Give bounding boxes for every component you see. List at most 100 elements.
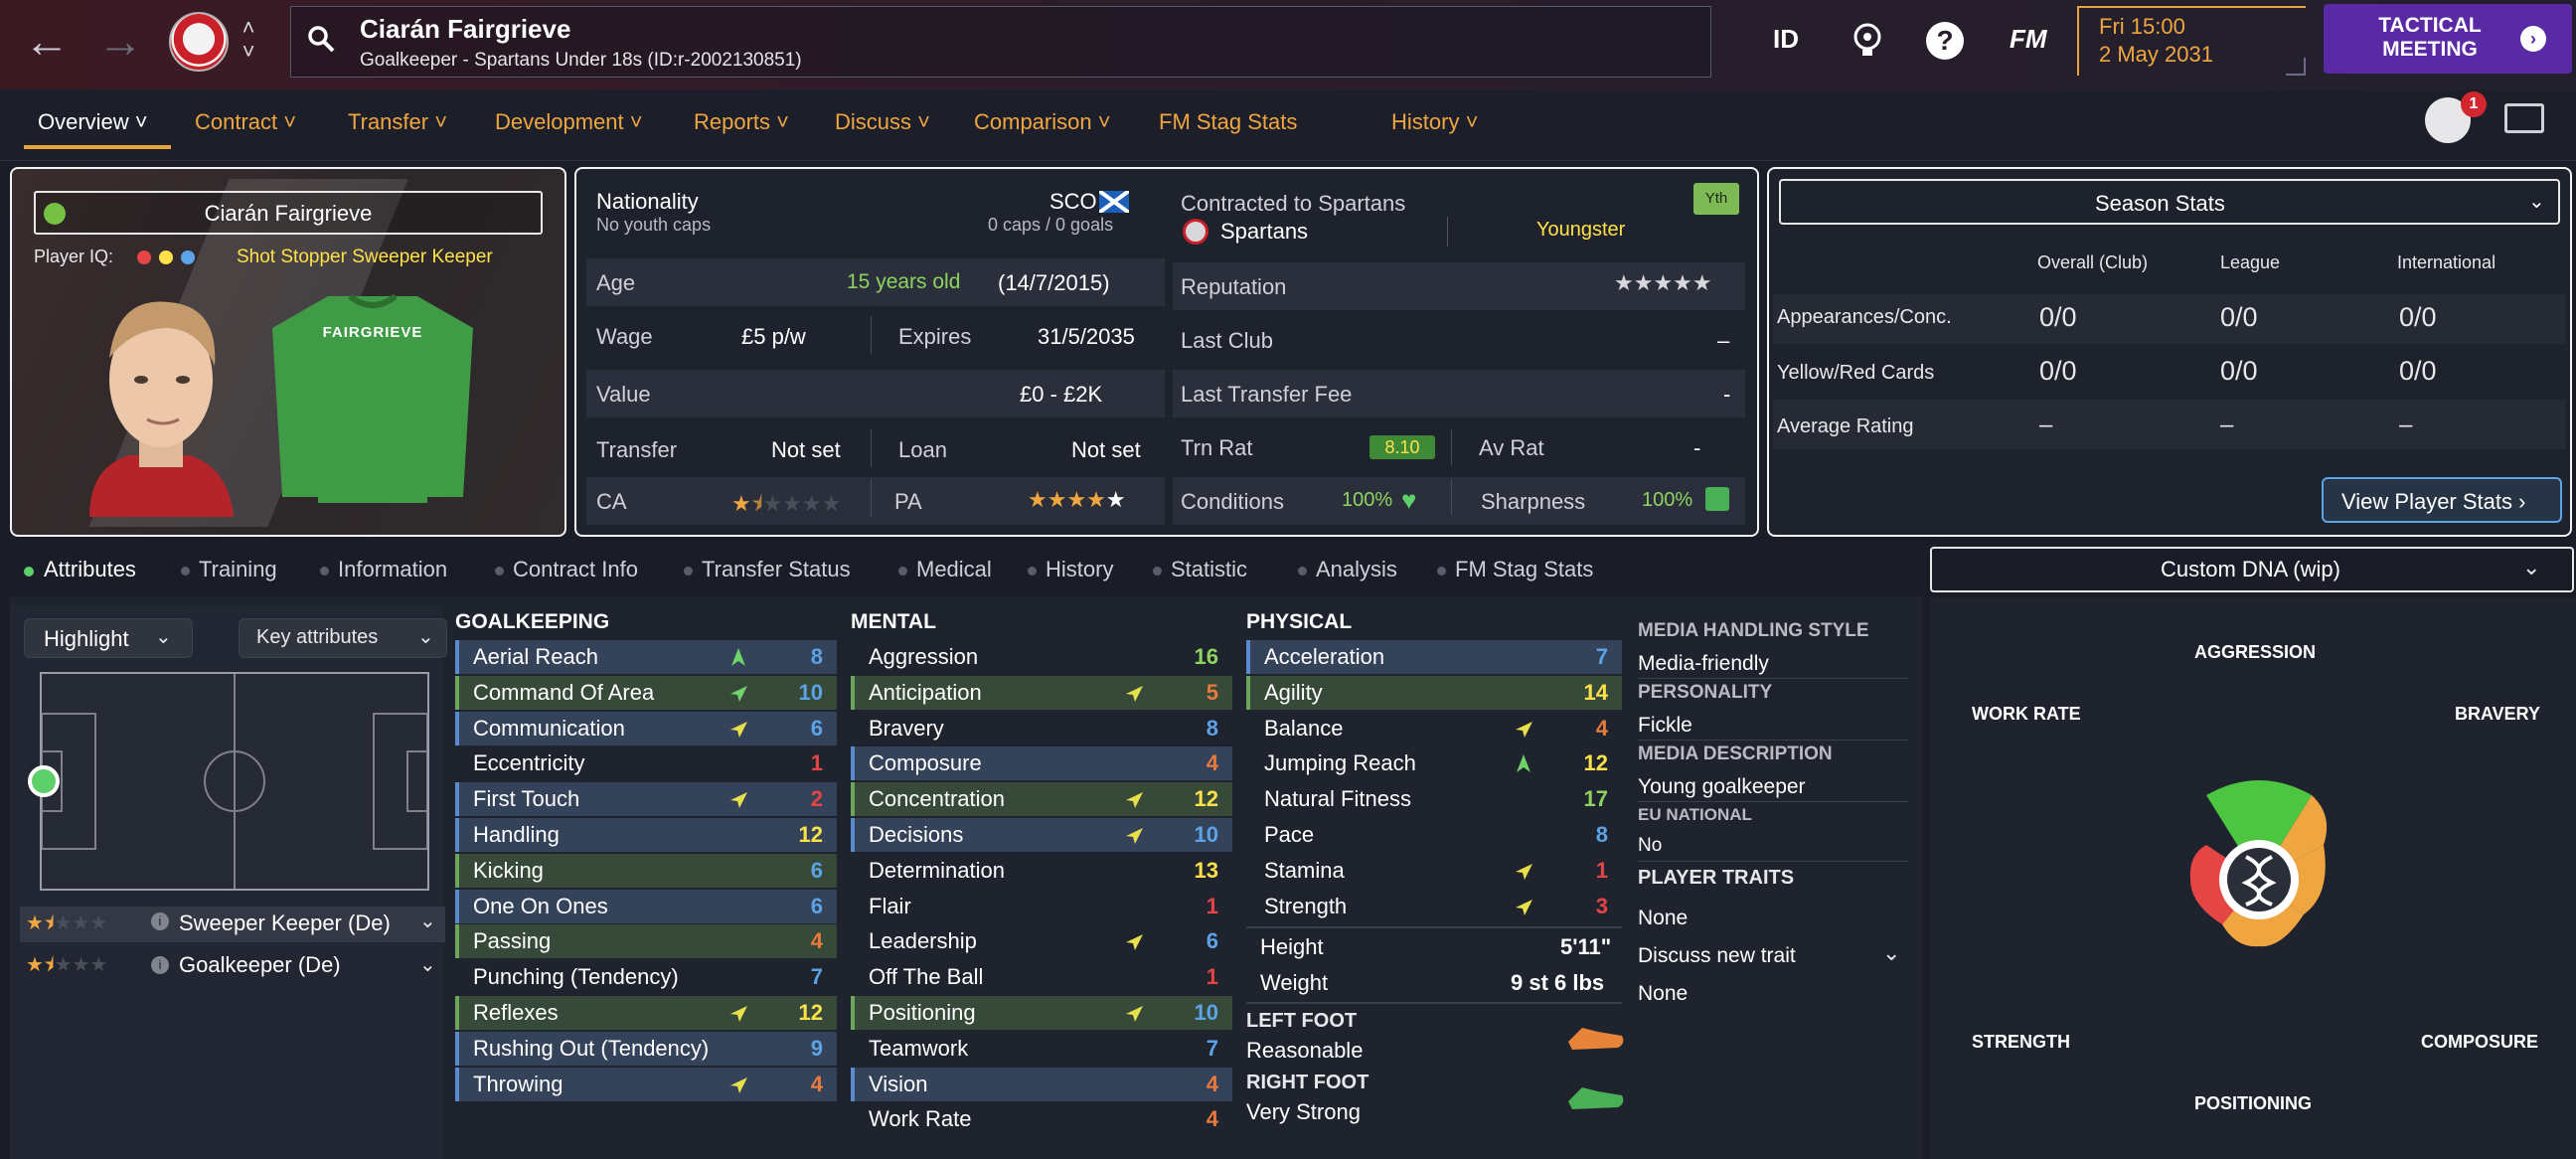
attribute-row[interactable]: Rushing Out (Tendency) 9 [455, 1031, 837, 1066]
attribute-row[interactable]: Throwing 4 [455, 1067, 837, 1101]
page-subtitle: Goalkeeper - Spartans Under 18s (ID:r-20… [360, 50, 802, 71]
chevron-down-icon[interactable]: ⌄ [417, 624, 434, 649]
attribute-row[interactable]: Balance 4 [1246, 712, 1622, 745]
attribute-row[interactable]: Handling 12 [455, 818, 837, 852]
monitor-icon[interactable] [2504, 103, 2544, 133]
tab-transfer[interactable]: Transfer ˅ [348, 109, 447, 135]
attribute-row[interactable]: Stamina 1 [1246, 854, 1622, 888]
back-arrow-icon[interactable]: ← [24, 14, 70, 68]
attribute-row[interactable]: Vision 4 [851, 1067, 1232, 1101]
chevron-down-icon[interactable]: ⌄ [2522, 555, 2540, 580]
club-crest-icon[interactable] [169, 12, 229, 72]
attribute-row[interactable]: Leadership 6 [851, 924, 1232, 958]
attribute-row[interactable]: Off The Ball 1 [851, 960, 1232, 994]
help-icon[interactable]: ? [1926, 22, 1964, 60]
current-date[interactable]: 2 May 2031 [2099, 42, 2213, 68]
subtab-transfer-status[interactable]: Transfer Status [702, 557, 851, 582]
info-icon[interactable]: i [151, 912, 169, 930]
discuss-trait-button[interactable]: Discuss new trait [1638, 944, 1796, 968]
attribute-row[interactable]: Concentration 12 [851, 782, 1232, 817]
subtab-fm-stag-stats[interactable]: FM Stag Stats [1455, 557, 1593, 582]
subtab-training[interactable]: Training [199, 557, 277, 582]
attribute-row[interactable]: Flair 1 [851, 890, 1232, 923]
subtab-information[interactable]: Information [338, 557, 447, 582]
club-switch-chevrons-icon[interactable]: ˄ ˅ [239, 16, 258, 64]
dna-composure-label: COMPOSURE [2421, 1032, 2539, 1052]
attribute-row[interactable]: Passing 4 [455, 924, 837, 959]
attribute-row[interactable]: Acceleration 7 [1246, 640, 1622, 674]
attribute-row[interactable]: Determination 13 [851, 854, 1232, 888]
divider [1638, 740, 1908, 741]
attribute-row[interactable]: Teamwork 7 [851, 1032, 1232, 1066]
chevron-down-icon[interactable]: ⌄ [419, 952, 436, 977]
tab-reports[interactable]: Reports ˅ [694, 109, 789, 135]
role-name[interactable]: Goalkeeper (De) [179, 952, 341, 978]
subtab-analysis[interactable]: Analysis [1316, 557, 1397, 582]
chevron-down-icon[interactable]: ⌄ [2528, 189, 2545, 214]
attribute-row[interactable]: One On Ones 6 [455, 889, 837, 923]
view-player-stats-label[interactable]: View Player Stats › [2341, 489, 2525, 515]
height-value: 5'11" [1560, 934, 1612, 959]
custom-dna-title[interactable]: Custom DNA (wip) [2161, 557, 2340, 582]
continue-arrow-icon[interactable]: › [2520, 26, 2546, 52]
id-button[interactable]: ID [1773, 24, 1799, 55]
tab-development[interactable]: Development ˅ [495, 109, 643, 135]
attribute-row[interactable]: First Touch 2 [455, 782, 837, 817]
attribute-row[interactable]: Reflexes 12 [455, 996, 837, 1030]
attribute-row[interactable]: Decisions 10 [851, 818, 1232, 852]
player-position-marker[interactable] [28, 765, 60, 797]
attribute-row[interactable]: Command Of Area 10 [455, 675, 837, 710]
attribute-row[interactable]: Work Rate 4 [851, 1102, 1232, 1136]
highlight-label[interactable]: Highlight [44, 626, 129, 652]
fm-logo-button[interactable]: FM [2010, 24, 2047, 55]
ball-icon[interactable] [1851, 22, 1884, 58]
chevron-down-icon[interactable]: ⌄ [155, 624, 172, 649]
attribute-row[interactable]: Composure 4 [851, 746, 1232, 781]
tactical-meeting-label[interactable]: TACTICAL MEETING [2345, 14, 2514, 62]
subtab-attributes[interactable]: Attributes [44, 557, 136, 582]
chevron-down-icon[interactable]: ⌄ [1882, 940, 1900, 966]
attribute-value: 4 [1206, 1071, 1218, 1096]
chevron-down-icon[interactable]: ⌄ [419, 909, 436, 933]
attribute-row[interactable]: Jumping Reach 12 [1246, 746, 1622, 780]
tab-comparison[interactable]: Comparison ˅ [974, 109, 1111, 135]
subtab-medical[interactable]: Medical [916, 557, 992, 582]
key-attributes-label[interactable]: Key attributes [256, 626, 378, 649]
attribute-name: Leadership [869, 928, 977, 954]
loan-value[interactable]: Not set [1071, 437, 1141, 463]
attribute-row[interactable]: Communication 6 [455, 711, 837, 745]
attribute-row[interactable]: Positioning 10 [851, 996, 1232, 1030]
attribute-row[interactable]: Punching (Tendency) 7 [455, 960, 837, 994]
subtab-history[interactable]: History [1046, 557, 1113, 582]
role-name[interactable]: Sweeper Keeper (De) [179, 911, 391, 936]
attribute-name: Balance [1264, 715, 1344, 741]
info-icon[interactable]: i [151, 956, 169, 974]
tab-overview[interactable]: Overview ˅ [38, 109, 148, 135]
tab-discuss[interactable]: Discuss ˅ [835, 109, 930, 135]
season-stats-title[interactable]: Season Stats [2095, 191, 2225, 217]
tab-history[interactable]: History ˅ [1391, 109, 1478, 135]
tab-contract[interactable]: Contract ˅ [195, 109, 296, 135]
search-icon[interactable] [306, 24, 336, 54]
club-name[interactable]: Spartans [1220, 219, 1308, 245]
tab-fm-stag-stats[interactable]: FM Stag Stats [1159, 109, 1297, 135]
attribute-row[interactable]: Kicking 6 [455, 853, 837, 888]
attribute-row[interactable]: Eccentricity 1 [455, 746, 837, 780]
physical-heading: PHYSICAL [1246, 610, 1353, 633]
attribute-row[interactable]: Natural Fitness 17 [1246, 782, 1622, 816]
subtab-statistic[interactable]: Statistic [1171, 557, 1247, 582]
current-time[interactable]: Fri 15:00 [2099, 14, 2185, 40]
forward-arrow-icon[interactable]: → [97, 14, 143, 68]
attribute-row[interactable]: Aggression 16 [851, 640, 1232, 674]
attribute-row[interactable]: Pace 8 [1246, 818, 1622, 852]
iq-dot-red [137, 250, 151, 264]
pa-label: PA [894, 489, 922, 514]
attribute-row[interactable]: Anticipation 5 [851, 675, 1232, 710]
subtab-contract-info[interactable]: Contract Info [513, 557, 638, 582]
attribute-row[interactable]: Strength 3 [1246, 890, 1622, 923]
subtab-dot [1437, 567, 1446, 576]
attribute-row[interactable]: Bravery 8 [851, 712, 1232, 745]
attribute-row[interactable]: Aerial Reach 8 [455, 640, 837, 674]
attribute-row[interactable]: Agility 14 [1246, 675, 1622, 710]
transfer-value[interactable]: Not set [771, 437, 841, 463]
